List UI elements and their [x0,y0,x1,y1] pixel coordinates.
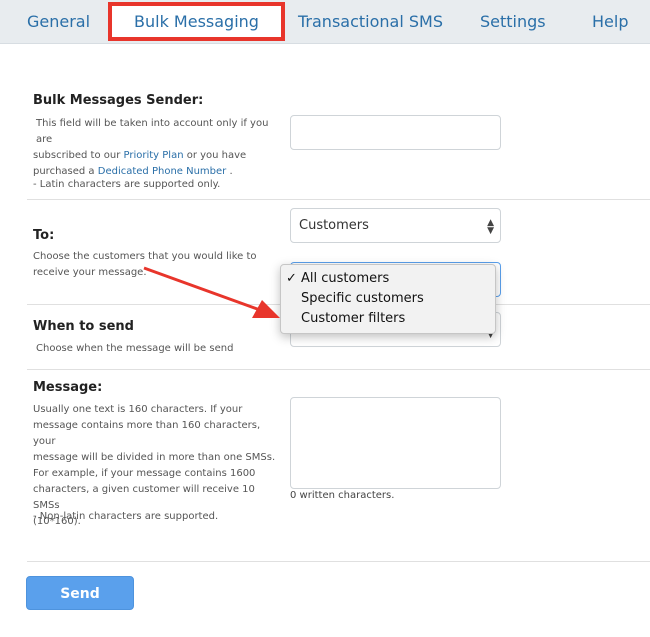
when-description: Choose when the message will be send [36,343,234,354]
dedicated-number-link[interactable]: Dedicated Phone Number [98,166,227,177]
red-arrow-icon [143,266,280,318]
select-arrows-icon: ▲▼ [487,218,494,236]
send-button[interactable]: Send [26,576,134,610]
to-heading: To: [33,228,55,243]
sender-input[interactable] [290,115,501,150]
tab-help[interactable]: Help [592,0,628,43]
sender-heading: Bulk Messages Sender: [33,93,204,108]
tab-bulk-messaging[interactable]: Bulk Messaging [108,2,285,41]
tab-settings[interactable]: Settings [480,0,546,43]
character-counter: 0 written characters. [290,490,395,501]
divider [27,199,650,200]
recipient-select[interactable]: Customers ▲ ▼ [290,208,501,243]
option-all-customers[interactable]: All customers [301,271,389,286]
option-customer-filters[interactable]: Customer filters [301,311,405,326]
divider [27,561,650,562]
priority-plan-link[interactable]: Priority Plan [123,150,183,161]
tab-bar: General Bulk Messaging Transactional SMS… [0,0,650,44]
tab-general[interactable]: General [27,0,90,43]
when-heading: When to send [33,319,134,334]
message-heading: Message: [33,380,103,395]
filter-dropdown-menu: ✓ All customers Specific customers Custo… [280,264,496,334]
message-textarea[interactable] [290,397,501,489]
tab-transactional-sms[interactable]: Transactional SMS [298,0,443,43]
sender-note: - Latin characters are supported only. [33,179,221,190]
option-specific-customers[interactable]: Specific customers [301,291,424,306]
message-note: - Non-latin characters are supported. [33,511,219,522]
divider [27,369,650,370]
sender-description: This field will be taken into account on… [33,118,269,177]
